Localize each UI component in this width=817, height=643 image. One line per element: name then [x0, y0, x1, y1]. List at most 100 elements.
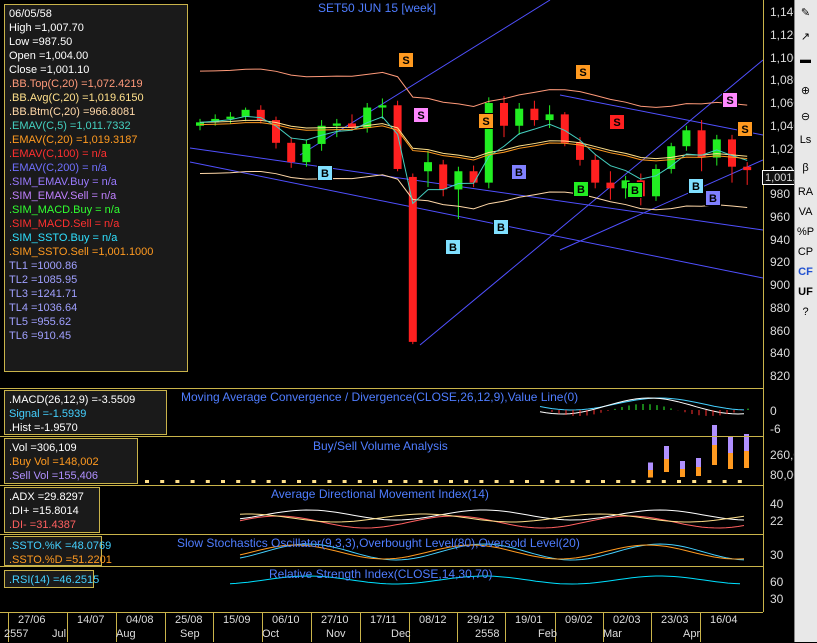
volume-bar: [236, 480, 241, 483]
volume-bar: [266, 480, 271, 483]
candle-body: [530, 108, 539, 121]
volume-bar: [433, 480, 438, 483]
toolbar-button-3[interactable]: ⊕: [794, 84, 817, 97]
toolbar-button-2[interactable]: ▬: [794, 54, 817, 66]
rsi-axis-label-1: 30: [770, 592, 784, 606]
panel-divider[interactable]: [0, 534, 763, 535]
adx-info-box: .ADX =29.8297 .DI+ =15.8014 .DI- =31.4387: [4, 487, 100, 533]
candle-body: [302, 143, 311, 163]
volume-bar: [464, 480, 469, 483]
panel-divider[interactable]: [0, 485, 763, 486]
toolbar-button-10[interactable]: CP: [794, 246, 817, 258]
sell-volume-bar: [664, 446, 669, 459]
volume-bar: [737, 480, 742, 483]
volume-bar: [388, 480, 393, 483]
buy-signal-marker: B: [705, 190, 721, 206]
sell-signal-marker: S: [737, 121, 753, 137]
macd-info-line-0: .MACD(26,12,9) =-3.5509: [9, 394, 136, 406]
volume-bar: [175, 480, 180, 483]
price-info-line-19: TL2 =1085.95: [9, 274, 78, 286]
volume-bar: [373, 480, 377, 483]
adx-info-line-0: .ADX =29.8297: [9, 491, 84, 503]
volume-info-line-0: .Vol =306,109: [9, 442, 77, 454]
rsi-info-box: .RSI(14) =46.2515: [4, 570, 99, 588]
volume-bar: [479, 480, 484, 483]
month-label: Feb: [538, 628, 557, 640]
date-separator: [700, 612, 701, 642]
price-info-line-17: .SIM_SSTO.Sell =1,001.1000: [9, 246, 154, 258]
sell-signal-marker: S: [609, 114, 625, 130]
sell-volume-bar: [648, 462, 653, 470]
month-label: Dec: [391, 628, 411, 640]
toolbar-button-13[interactable]: ?: [794, 306, 817, 318]
toolbar-button-9[interactable]: %P: [794, 226, 817, 238]
price-info-line-5: .BB.Top(C,20) =1,072.4219: [9, 78, 143, 90]
chart-title: SET50 JUN 15 [week]: [318, 1, 437, 15]
volume-bar: [722, 480, 727, 483]
toolbar-button-7[interactable]: RA: [794, 186, 817, 198]
buy-signal-marker: B: [688, 178, 704, 194]
toolbar-button-1[interactable]: ↗: [794, 30, 817, 43]
toolbar-button-4[interactable]: ⊖: [794, 110, 817, 123]
month-label: Oct: [262, 628, 280, 640]
bollinger-top: [199, 68, 748, 108]
month-label: Mar: [603, 628, 622, 640]
price-axis-label: 900: [770, 278, 791, 292]
toolbar-button-8[interactable]: VA: [794, 206, 817, 218]
date-label: 17/11: [370, 614, 397, 626]
price-info-line-11: .EMAV(C,200) = n/a: [9, 162, 107, 174]
candle-body: [560, 114, 569, 143]
toolbar-button-6[interactable]: β: [794, 162, 817, 174]
buy-volume-bar: [664, 459, 669, 472]
candle-body: [712, 139, 721, 158]
month-label: Jul: [52, 628, 67, 640]
volume-bar: [145, 480, 149, 483]
toolbar-button-12[interactable]: UF: [794, 286, 817, 298]
toolbar-button-11[interactable]: CF: [794, 266, 817, 278]
date-separator: [165, 612, 166, 642]
volume-info-line-2: .Sell Vol =155,406: [9, 470, 98, 482]
price-axis-label: 860: [770, 323, 791, 338]
price-axis-label: 840: [770, 346, 791, 361]
sell-volume-bar: [696, 458, 701, 467]
toolbar-button-0[interactable]: ✎: [794, 6, 817, 19]
ssto-info-line-1: .SSTO.%D =51.2201: [9, 554, 112, 566]
candle-body: [606, 182, 615, 189]
sell-signal-marker: S: [722, 92, 738, 108]
volume-title: Buy/Sell Volume Analysis: [313, 439, 448, 453]
panel-divider[interactable]: [0, 436, 763, 437]
price-axis-label: 960: [770, 209, 791, 224]
buy-volume-bar: [728, 453, 733, 469]
panel-divider[interactable]: [0, 388, 763, 389]
price-axis-label: 940: [770, 232, 791, 247]
volume-bar: [342, 480, 347, 483]
date-label: 19/01: [515, 614, 543, 626]
candle-body: [515, 108, 524, 126]
buy-signal-marker: B: [573, 181, 589, 197]
candle-body: [287, 142, 296, 163]
volume-bar: [357, 480, 362, 483]
volume-bar: [555, 480, 560, 483]
candle-body: [378, 105, 387, 108]
toolbar-button-5[interactable]: Ls: [794, 134, 817, 146]
date-separator: [457, 612, 458, 642]
price-info-line-12: .SIM_EMAV.Buy = n/a: [9, 176, 117, 188]
volume-bar: [661, 480, 666, 483]
di-plus-line: [239, 513, 745, 523]
adx-axis-label-0: 40: [770, 497, 784, 511]
date-separator: [213, 612, 214, 642]
price-info-line-9: .EMAV(C,20) =1,019.3187: [9, 134, 138, 146]
buy-signal-marker: B: [627, 182, 643, 198]
candle-body: [743, 166, 752, 171]
price-info-line-15: .SIM_MACD.Sell = n/a: [9, 218, 120, 230]
date-separator: [67, 612, 68, 642]
candle-body: [393, 105, 402, 169]
volume-bar: [297, 480, 301, 483]
volume-bar: [692, 480, 697, 483]
volume-bar: [570, 480, 575, 483]
macd-info-box: .MACD(26,12,9) =-3.5509 Signal =-1.5939 .H…: [4, 390, 167, 435]
buy-signal-marker: B: [493, 219, 509, 235]
trend-line: [189, 147, 763, 231]
volume-bar: [403, 480, 408, 483]
sell-volume-bar: [728, 437, 733, 453]
